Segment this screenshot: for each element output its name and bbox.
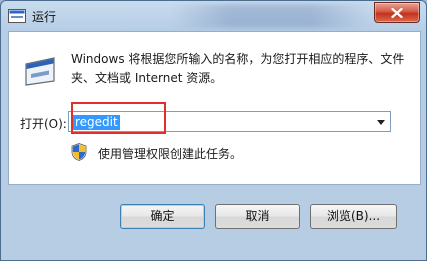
close-icon [391,7,403,18]
run-program-icon [25,57,55,86]
dialog-body: Windows 将根据您所输入的名称，为您打开相应的程序、文件夹、文档或 Int… [8,31,421,185]
run-app-icon [8,9,26,23]
browse-button[interactable]: 浏览(B)... [310,204,397,229]
title-bar[interactable]: 运行 [1,1,426,31]
description-text: Windows 将根据您所输入的名称，为您打开相应的程序、文件夹、文档或 Int… [71,52,405,85]
admin-notice-text: 使用管理权限创建此任务。 [98,147,243,161]
run-dialog: 运行 Windows 将根据您所输入的名称，为您打开相应的程序、文件夹、文档或 … [0,0,427,261]
uac-shield-icon [71,143,87,161]
cancel-button[interactable]: 取消 [215,204,300,229]
open-label: 打开(O): [20,117,67,131]
window-title: 运行 [32,10,57,24]
open-input-value[interactable]: regedit [73,115,120,130]
open-combobox[interactable]: regedit [68,111,391,132]
close-button[interactable] [374,2,420,23]
ok-button[interactable]: 确定 [120,204,205,229]
dropdown-arrow-icon[interactable] [377,120,385,125]
